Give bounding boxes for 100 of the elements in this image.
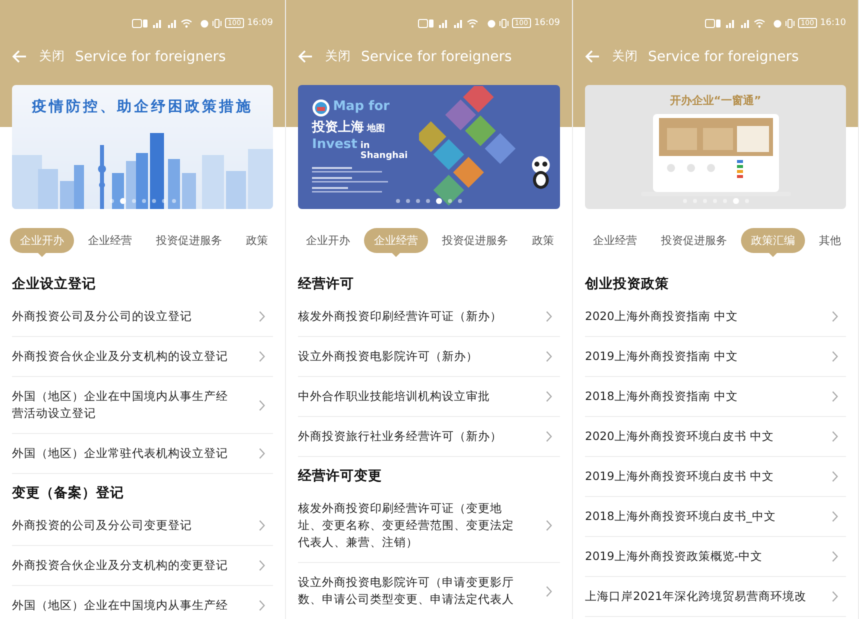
list-item[interactable]: 外商投资旅行社业务经营许可（新办） [298, 417, 560, 457]
carousel-dot[interactable] [172, 199, 176, 203]
vibrate-icon [212, 18, 222, 28]
page-title: Service for foreigners [361, 48, 512, 64]
chevron-icon [259, 600, 265, 611]
chevron-icon [546, 431, 552, 442]
wifi-icon [467, 19, 478, 28]
signal-icon [437, 19, 449, 28]
category-tab[interactable]: 其他 [809, 228, 851, 252]
carousel-dot[interactable] [426, 199, 430, 203]
carousel-dot[interactable] [406, 199, 410, 203]
carousel-dot[interactable] [396, 199, 400, 203]
list-item[interactable]: 2020上海外商投资环境白皮书 中文 [585, 417, 846, 457]
list-item[interactable]: 2020上海外商投资指南 中文 [585, 297, 846, 337]
list-item[interactable]: 外国（地区）企业常驻代表机构设立登记 [12, 434, 273, 474]
back-arrow-icon[interactable] [298, 50, 313, 63]
section-heading: 企业设立登记 [12, 275, 97, 294]
pointer-icon [392, 252, 400, 256]
chevron-icon [832, 591, 838, 602]
chevron-icon [832, 311, 838, 322]
chevron-icon [832, 511, 838, 522]
category-tab[interactable]: 投资促进服务 [651, 228, 737, 252]
signal-icon [739, 19, 751, 28]
chevron-icon [259, 560, 265, 571]
back-arrow-icon[interactable] [12, 50, 27, 63]
category-tab[interactable]: 政策 [522, 228, 564, 252]
chevron-icon [832, 391, 838, 402]
chevron-icon [259, 520, 265, 531]
carousel-dot[interactable] [132, 199, 136, 203]
category-tab[interactable]: 投资促进服务 [146, 228, 232, 252]
category-tab[interactable]: 企业开办 [296, 228, 360, 252]
signal-icon [724, 19, 736, 28]
banner-title: Invest [312, 137, 358, 152]
list-item[interactable]: 外商投资合伙企业及分支机构的变更登记 [12, 546, 273, 586]
list-item[interactable]: 外商投资合伙企业及分支机构的设立登记 [12, 337, 273, 377]
category-tab[interactable]: 政策 [236, 228, 278, 252]
section-heading: 变更（备案）登记 [12, 484, 125, 503]
chevron-icon [546, 586, 552, 596]
chevron-icon [546, 311, 552, 322]
clock-time: 16:09 [247, 18, 273, 28]
carousel-dot[interactable] [416, 199, 420, 203]
list-item[interactable]: 2019上海外商投资环境白皮书 中文 [585, 457, 846, 497]
list-item[interactable]: 2018上海外商投资指南 中文 [585, 377, 846, 417]
carousel-dot[interactable] [152, 199, 156, 203]
section-heading: 经营许可 [298, 275, 355, 294]
back-arrow-icon[interactable] [585, 50, 600, 63]
list-item[interactable]: 上海口岸2021年深化跨境贸易营商环境改 [585, 577, 846, 617]
carousel-dot[interactable] [448, 199, 452, 203]
banner-title: 开办企业“一窗通” [670, 93, 762, 108]
signal-icon [151, 19, 163, 28]
list-item[interactable]: 设立外商投资电影院许可（新办） [298, 337, 560, 377]
list-item[interactable]: 2019上海外商投资指南 中文 [585, 337, 846, 377]
chevron-icon [259, 448, 265, 459]
vibrate-icon [498, 18, 509, 28]
list-item[interactable]: 外国（地区）企业在中国境内从事生产经营活动设立登记 [12, 377, 273, 434]
banner-subtitle: 地图 [367, 122, 385, 135]
banner-title: 投资上海 [312, 119, 364, 136]
banner-title: Map for [333, 99, 390, 114]
carousel-dot[interactable] [732, 198, 738, 204]
list-item[interactable]: 外商投资公司及分公司的设立登记 [12, 297, 273, 337]
wifi-icon [754, 19, 765, 28]
pointer-icon [769, 252, 777, 256]
hd-icon [132, 19, 148, 28]
chevron-icon [259, 311, 265, 322]
carousel-dot[interactable] [110, 199, 114, 203]
category-tab[interactable]: 投资促进服务 [432, 228, 518, 252]
chevron-icon [259, 400, 265, 410]
chevron-icon [832, 471, 838, 482]
chevron-icon [546, 391, 552, 402]
clock-time: 16:09 [534, 18, 560, 28]
list-item[interactable]: 设立外商投资电影院许可（申请变更影厅数、申请公司类型变更、申请法定代表人 [298, 563, 560, 619]
section-heading: 创业投资政策 [585, 275, 670, 294]
section-heading: 经营许可变更 [298, 467, 383, 486]
hd-icon [418, 19, 434, 28]
list-item[interactable]: 外国（地区）企业在中国境内从事生产经 [12, 586, 273, 619]
list-item[interactable]: 中外合作职业技能培训机构设立审批 [298, 377, 560, 417]
list-item[interactable]: 外商投资的公司及分公司变更登记 [12, 506, 273, 546]
list-item[interactable]: 2018上海外商投资环境白皮书_中文 [585, 497, 846, 537]
chevron-icon [259, 351, 265, 362]
banner[interactable]: Map for 投资上海 地图 Invest in Shanghai [298, 85, 560, 209]
carousel-dot[interactable] [142, 199, 146, 203]
list-item[interactable]: 核发外商投资印刷经营许可证（新办） [298, 297, 560, 337]
chevron-icon [832, 351, 838, 362]
category-tab[interactable]: 企业经营 [78, 228, 142, 252]
list-item[interactable]: 核发外商投资印刷经营许可证（变更地址、变更名称、变更经营范围、变更法定代表人、兼营、注销） [298, 489, 560, 563]
chevron-icon [546, 351, 552, 362]
hd-icon [705, 19, 721, 28]
carousel-dot[interactable] [162, 199, 166, 203]
list-item[interactable]: 2019上海外商投资政策概览-中文 [585, 537, 846, 577]
page-title: Service for foreigners [75, 48, 226, 64]
signal-icon [166, 19, 178, 28]
carousel-dot[interactable] [458, 199, 462, 203]
page-title: Service for foreigners [648, 48, 799, 64]
category-tab[interactable]: 企业经营 [583, 228, 647, 252]
carousel-dot[interactable] [436, 198, 442, 204]
wifi-icon [181, 19, 192, 28]
pointer-icon [38, 252, 46, 256]
vibrate-icon [784, 18, 795, 28]
signal-icon [452, 19, 464, 28]
banner[interactable]: 疫情防控、助企纾困政策措施 [12, 85, 273, 209]
